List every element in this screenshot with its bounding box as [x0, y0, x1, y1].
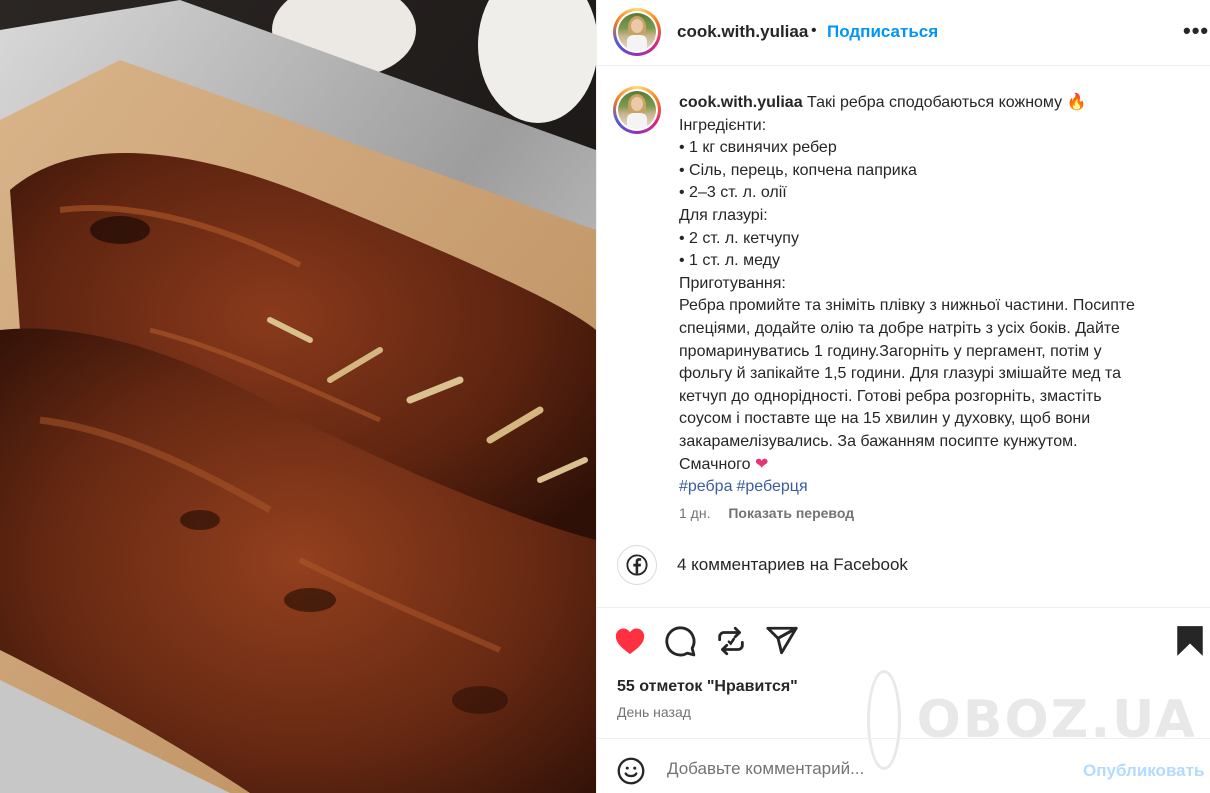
facebook-icon [617, 545, 657, 585]
caption-line: Приготування: [679, 274, 786, 292]
caption-avatar[interactable] [613, 86, 661, 134]
caption-line: • 2–3 ст. л. олії [679, 184, 787, 202]
caption-line: Для глазурі: [679, 206, 768, 224]
avatar[interactable] [613, 8, 661, 56]
show-translation-button[interactable]: Показать перевод [728, 505, 854, 521]
share-icon[interactable] [765, 624, 799, 658]
more-icon[interactable]: ••• [1183, 18, 1209, 44]
ribs-photo [0, 0, 596, 793]
bookmark-icon[interactable] [1173, 624, 1207, 658]
post-image [0, 0, 596, 793]
hashtags: #ребра #реберця [679, 476, 1189, 499]
caption-username[interactable]: cook.with.yuliaa [679, 94, 803, 111]
caption-line: фольгу й запікайте 1,5 години. Для глазу… [679, 365, 1121, 383]
caption-line: • 1 кг свинячих ребер [679, 139, 837, 157]
caption-text: cook.with.yuliaa Такі ребра сподобаються… [679, 92, 1189, 499]
caption-meta: 1 дн. Показать перевод [679, 505, 854, 521]
caption-time: 1 дн. [679, 505, 711, 521]
heart-icon[interactable] [613, 624, 647, 658]
hashtag-link[interactable]: #ребра [679, 478, 732, 495]
caption-line: соусом і поставте ще на 15 хвилин у духо… [679, 410, 1091, 428]
caption-line: • Сіль, перець, копчена паприка [679, 161, 917, 179]
hashtag-link[interactable]: #реберця [736, 478, 807, 495]
separator-dot: • [811, 22, 817, 39]
caption-line: Ребра промийте та зніміть плівку з нижнь… [679, 297, 1135, 315]
caption-line: кетчуп до однорідності. Готові ребра роз… [679, 387, 1102, 405]
caption-line: Смачного [679, 455, 751, 473]
facebook-comments-row[interactable]: 4 комментариев на Facebook [597, 540, 1210, 608]
post-header: cook.with.yuliaa • Подписаться ••• [597, 0, 1210, 66]
emoji-icon[interactable] [617, 757, 645, 785]
comment-input[interactable] [667, 754, 1067, 784]
caption-line: Інгредієнти: [679, 116, 767, 134]
comment-icon[interactable] [663, 624, 697, 658]
caption-section: cook.with.yuliaa Такі ребра сподобаються… [597, 66, 1210, 540]
caption-line: • 1 ст. л. меду [679, 252, 780, 270]
repost-icon[interactable] [714, 624, 748, 658]
action-bar [597, 620, 1210, 670]
fire-emoji-icon: 🔥 [1066, 94, 1087, 111]
post-time: День назад [617, 704, 691, 720]
caption-line: промаринуватись 1 годину.Загорніть у пер… [679, 342, 1102, 360]
follow-button[interactable]: Подписаться [827, 22, 938, 42]
heart-emoji-icon: ❤ [755, 455, 769, 473]
caption-line: • 2 ст. л. кетчупу [679, 229, 799, 247]
comment-box: Опубликовать [597, 738, 1210, 793]
likes-count[interactable]: 55 отметок "Нравится" [617, 678, 798, 696]
post-details-panel: cook.with.yuliaa • Подписаться ••• cook.… [596, 0, 1210, 793]
caption-line: Такі ребра сподобаються кожному [807, 94, 1063, 111]
facebook-comments-link[interactable]: 4 комментариев на Facebook [677, 555, 908, 575]
caption-line: закарамелізувались. За бажанням посипте … [679, 432, 1078, 450]
caption-line: спеціями, додайте олію та добре натріть … [679, 319, 1120, 337]
publish-button[interactable]: Опубликовать [1083, 761, 1204, 781]
header-username[interactable]: cook.with.yuliaa [677, 22, 808, 42]
